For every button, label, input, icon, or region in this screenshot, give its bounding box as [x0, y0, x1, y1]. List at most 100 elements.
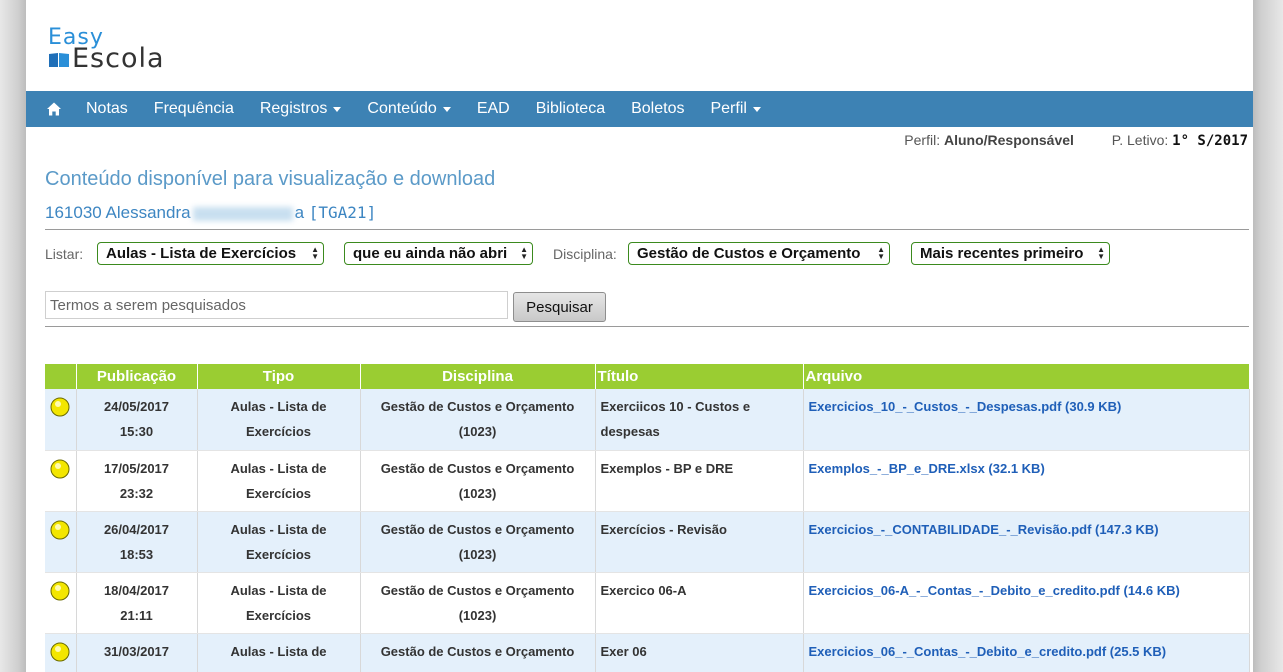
pub-date: 31/03/2017	[103, 643, 170, 659]
content-table: Publicação Tipo Disciplina Título Arquiv…	[45, 364, 1250, 672]
status-cell	[45, 572, 77, 634]
disciplina-cell: Gestão de Custos e Orçamento (1023)	[360, 389, 596, 451]
tipo-line1: Aulas - Lista de	[230, 582, 327, 598]
perfil-value: Aluno/Responsável	[943, 132, 1074, 148]
file-link[interactable]: Exercicios_-_CONTABILIDADE_-_Revisão.pdf…	[809, 522, 1159, 537]
header-arquivo[interactable]: Arquivo	[803, 364, 1250, 389]
disciplina-line1: Gestão de Custos e Orçamento	[380, 643, 575, 659]
divider	[45, 229, 1249, 230]
file-link[interactable]: Exemplos_-_BP_e_DRE.xlsx (32.1 KB)	[809, 461, 1045, 476]
pub-date: 24/05/2017	[103, 399, 170, 414]
nav-label: Registros	[259, 100, 328, 117]
nav-label: Biblioteca	[535, 100, 606, 117]
disciplina-line1: Gestão de Custos e Orçamento	[380, 521, 575, 537]
date-cell: 18/04/2017 21:11	[76, 572, 198, 634]
status-cell	[45, 450, 77, 512]
home-icon[interactable]	[46, 101, 62, 117]
disciplina-cell: Gestão de Custos e Orçamento (1023)	[360, 450, 596, 512]
date-cell: 17/05/2017 23:32	[76, 450, 198, 512]
unread-dot-icon	[50, 459, 70, 478]
disciplina-cell: Gestão de Custos e Orçamento (1023)	[360, 572, 596, 634]
tipo-line1: Aulas - Lista de	[230, 460, 327, 476]
listar-select-value: Aulas - Lista de Exercícios	[106, 245, 297, 262]
select-arrows-icon: ▲ ▼	[520, 245, 528, 261]
file-link[interactable]: Exercicios_06_-_Contas_-_Debito_e_credit…	[809, 644, 1167, 659]
status-select[interactable]: que eu ainda não abri ▲ ▼	[344, 242, 533, 265]
disciplina-select[interactable]: Gestão de Custos e Orçamento ▲ ▼	[628, 242, 890, 265]
listar-label: Listar:	[45, 246, 84, 262]
unread-dot-icon	[50, 581, 70, 600]
window-frame-right	[1253, 0, 1283, 672]
titulo-cell: Exerciicos 10 - Custos e despesas	[595, 389, 804, 451]
tipo-line2: Exercícios	[245, 424, 312, 439]
disciplina-line1: Gestão de Custos e Orçamento	[380, 399, 575, 414]
select-arrows-icon: ▲ ▼	[311, 245, 319, 261]
header-status	[45, 364, 77, 389]
unread-dot-icon	[50, 520, 70, 539]
divider	[45, 326, 1249, 327]
listar-select[interactable]: Aulas - Lista de Exercícios ▲ ▼	[97, 242, 324, 265]
order-select[interactable]: Mais recentes primeiro ▲ ▼	[911, 242, 1110, 265]
perfil-label: Perfil:	[904, 132, 941, 148]
window-frame-left	[0, 0, 26, 672]
caret-down-icon	[333, 106, 342, 112]
redacted-name	[192, 206, 293, 221]
disciplina-cell: Gestão de Custos e Orçamento	[360, 633, 596, 672]
nav-conteudo[interactable]: Conteúdo	[367, 100, 451, 118]
header-titulo[interactable]: Título	[595, 364, 804, 389]
titulo-cell: Exer 06	[595, 633, 804, 672]
tipo-line1: Aulas - Lista de	[230, 521, 327, 537]
caret-down-icon	[752, 106, 761, 112]
nav-notas[interactable]: Notas	[86, 100, 128, 118]
disciplina-cell: Gestão de Custos e Orçamento (1023)	[360, 511, 596, 573]
table-row: 17/05/2017 23:32 Aulas - Lista de Exercíci…	[45, 450, 1250, 512]
student-class: [TGA21]	[308, 203, 377, 222]
student-header: 161030 Alessandra a [TGA21]	[45, 203, 376, 223]
page-title: Conteúdo disponível para visualização e …	[45, 168, 496, 190]
nav-perfil[interactable]: Perfil	[710, 100, 761, 118]
main-navbar: Notas Frequência Registros Conteúdo EAD …	[26, 91, 1253, 127]
nav-biblioteca[interactable]: Biblioteca	[536, 100, 605, 118]
header-tipo[interactable]: Tipo	[197, 364, 361, 389]
pub-time: 23:32	[119, 485, 154, 501]
tipo-cell: Aulas - Lista de Exercícios	[197, 389, 361, 451]
table-header-row: Publicação Tipo Disciplina Título Arquiv…	[45, 364, 1250, 389]
nav-ead[interactable]: EAD	[477, 100, 510, 118]
table-row: 24/05/2017 15:30 Aulas - Lista de Exercíci…	[45, 389, 1250, 451]
disciplina-line2: (1023)	[458, 424, 497, 439]
search-button[interactable]: Pesquisar	[513, 292, 606, 322]
titulo-cell: Exemplos - BP e DRE	[595, 450, 804, 512]
pub-date: 18/04/2017	[103, 582, 170, 598]
page: Easy Escola Notas Frequência Registros C…	[26, 0, 1253, 672]
logo-line2: Escola	[72, 43, 165, 74]
file-link[interactable]: Exercicios_10_-_Custos_-_Despesas.pdf (3…	[809, 399, 1122, 414]
header-disciplina[interactable]: Disciplina	[360, 364, 596, 389]
disciplina-line2: (1023)	[458, 607, 497, 623]
pub-time: 15:30	[119, 424, 154, 439]
disciplina-line1: Gestão de Custos e Orçamento	[380, 460, 575, 476]
table-row: 26/04/2017 18:53 Aulas - Lista de Exercíci…	[45, 511, 1250, 573]
caret-down-icon	[442, 106, 451, 112]
disciplina-line1: Gestão de Custos e Orçamento	[380, 582, 575, 598]
nav-label: Perfil	[710, 100, 747, 117]
select-arrows-icon: ▲ ▼	[1097, 245, 1105, 261]
arquivo-cell: Exercicios_10_-_Custos_-_Despesas.pdf (3…	[803, 389, 1250, 451]
nav-frequencia[interactable]: Frequência	[154, 100, 234, 118]
student-name-end: a	[294, 203, 305, 222]
nav-registros[interactable]: Registros	[260, 100, 342, 118]
pub-time: 18:53	[119, 546, 154, 562]
nav-label: Frequência	[153, 100, 234, 117]
file-link[interactable]: Exercicios_06-A_-_Contas_-_Debito_e_cred…	[809, 583, 1180, 598]
disciplina-line2: (1023)	[458, 546, 497, 562]
disciplina-select-value: Gestão de Custos e Orçamento	[637, 245, 861, 262]
pub-time: 21:11	[120, 607, 153, 623]
tipo-line2: Exercícios	[245, 546, 312, 562]
header-publicacao[interactable]: Publicação	[76, 364, 198, 389]
letivo-label: P. Letivo:	[1111, 132, 1169, 148]
logo[interactable]: Easy Escola	[48, 26, 198, 74]
disciplina-label: Disciplina:	[553, 246, 617, 262]
search-input[interactable]	[45, 291, 508, 319]
date-cell: 31/03/2017	[76, 633, 198, 672]
profile-info: Perfil: Aluno/Responsável P. Letivo: 1° …	[904, 132, 1248, 149]
nav-boletos[interactable]: Boletos	[631, 100, 684, 118]
